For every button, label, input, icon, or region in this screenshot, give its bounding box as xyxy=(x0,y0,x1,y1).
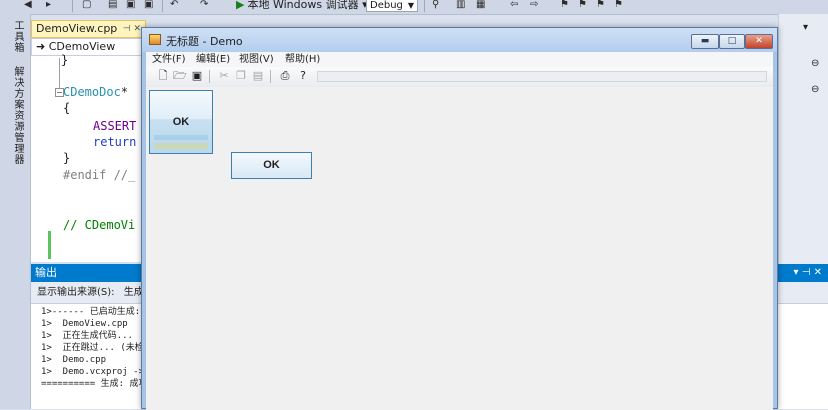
document-tab[interactable]: DemoView.cpp ⊣ ✕ xyxy=(31,20,146,38)
button-decoration xyxy=(154,135,208,140)
toolbar-empty-area xyxy=(317,71,767,82)
bookmark-clear-icon[interactable]: ⚑ xyxy=(614,0,623,10)
menu-file[interactable]: 文件(F) xyxy=(152,52,186,67)
save-icon[interactable]: ▣ xyxy=(126,0,135,10)
open-file-icon[interactable]: ▤ xyxy=(108,0,117,10)
panel-controls[interactable]: ▾ ⊣ ✕ xyxy=(794,264,822,282)
code-line: #endif //_ xyxy=(63,168,136,182)
client-area: OK OK xyxy=(146,87,773,410)
maximize-icon: □ xyxy=(727,36,737,46)
solution-explorer-tab[interactable]: 解决方案资源管理器 xyxy=(10,66,25,165)
menu-view[interactable]: 视图(V) xyxy=(239,52,274,67)
output-line: 1> 正在生成代码... xyxy=(41,331,133,341)
collapse-icon[interactable]: ⊖ xyxy=(811,58,819,69)
collapse-icon[interactable]: ⊖ xyxy=(811,84,819,95)
redo-icon[interactable]: ↷ xyxy=(200,0,208,10)
configuration-dropdown[interactable]: Debug ▼ xyxy=(366,0,418,12)
start-debugging-button[interactable]: ▶ 本地 Windows 调试器 ▾ xyxy=(236,0,368,12)
paste-icon[interactable]: ▤ xyxy=(251,69,265,83)
play-icon: ▶ xyxy=(236,0,245,11)
collapse-icon[interactable]: − xyxy=(55,88,64,97)
code-line: } xyxy=(63,151,71,165)
output-source-label: 显示输出来源(S): xyxy=(37,287,115,298)
output-line: ========== 生成: 成功 xyxy=(41,379,148,389)
code-line: CDemoDoc* xyxy=(63,84,128,100)
output-title: 输出 xyxy=(35,266,57,279)
vs-toolbar: ◀ ▸ ▢ ▤ ▣ ▣ ↶ ↷ ▶ 本地 Windows 调试器 ▾ Debug ▼… xyxy=(0,0,828,15)
save-all-icon[interactable]: ▣ xyxy=(144,0,153,10)
navigate-back-icon[interactable]: ⇦ xyxy=(510,0,518,10)
close-button[interactable]: ✕ xyxy=(745,34,773,49)
toolbox-tab[interactable]: 工具箱 xyxy=(10,20,25,53)
back-icon[interactable]: ◀ xyxy=(24,0,32,10)
open-icon[interactable]: 🗁 xyxy=(173,69,187,83)
app-icon xyxy=(149,34,161,45)
code-text: * xyxy=(120,85,129,99)
copy-icon[interactable]: ❐ xyxy=(234,69,248,83)
run-label: 本地 Windows 调试器 xyxy=(247,0,359,11)
save-icon[interactable]: ▣ xyxy=(190,69,204,83)
toolbar-separator xyxy=(424,0,425,12)
code-type: CDemoDoc xyxy=(63,85,121,99)
document-tab-label: DemoView.cpp xyxy=(36,22,118,35)
new-project-icon[interactable]: ▢ xyxy=(82,0,91,10)
ok-button-label: OK xyxy=(172,116,190,128)
code-line: { xyxy=(63,101,71,115)
close-icon: ✕ xyxy=(755,36,763,46)
find-icon[interactable]: ⚲ xyxy=(432,0,439,10)
side-tab-strip: 工具箱 解决方案资源管理器 xyxy=(0,14,31,409)
code-line: return xyxy=(93,135,137,149)
menu-help[interactable]: 帮助(H) xyxy=(285,52,320,67)
menu-bar: 文件(F) 编辑(E) 视图(V) 帮助(H) xyxy=(146,52,773,67)
code-line: // CDemoVi xyxy=(63,218,136,232)
class-name: CDemoView xyxy=(48,40,116,53)
class-navigation-bar[interactable]: ➜ CDemoView xyxy=(31,38,146,56)
print-icon[interactable]: ⎙ xyxy=(278,69,292,83)
chevron-down-icon: ▼ xyxy=(407,1,414,10)
window-title: 无标题 - Demo xyxy=(166,35,243,48)
ok-button-label: OK xyxy=(263,159,280,171)
pin-icon[interactable]: ⊣ ✕ xyxy=(123,21,141,37)
toolbar-separator xyxy=(209,70,210,83)
output-line: 1> Demo.vcxproj -> xyxy=(41,367,144,377)
toolbar-separator xyxy=(270,70,271,83)
align-icon[interactable]: ▦ xyxy=(476,0,485,10)
output-line: 1> DemoView.cpp xyxy=(41,319,128,329)
ok-button[interactable]: OK xyxy=(231,152,312,179)
toolbar-separator xyxy=(72,0,73,12)
layout-icon[interactable]: ▥ xyxy=(456,0,465,10)
maximize-button[interactable]: □ xyxy=(719,34,745,49)
forward-icon[interactable]: ▸ xyxy=(46,0,51,10)
bookmark-prev-icon[interactable]: ⚑ xyxy=(578,0,587,10)
navigate-forward-icon[interactable]: ⇨ xyxy=(530,0,538,10)
toolbar-separator xyxy=(162,0,163,12)
help-icon[interactable]: ? xyxy=(296,69,310,83)
right-dock-panel: ▾ ⊖ ⊖ xyxy=(778,14,828,264)
output-line: 1> 正在跳过... (未检 xyxy=(41,343,144,353)
minimize-button[interactable]: ▬ xyxy=(691,34,719,49)
demo-title-bar[interactable]: 无标题 - Demo ▬ □ ✕ xyxy=(142,28,777,52)
output-line: 1> Demo.cpp xyxy=(41,355,107,365)
arrow-icon: ➜ xyxy=(36,40,49,53)
button-decoration xyxy=(154,143,208,149)
demo-window: 无标题 - Demo ▬ □ ✕ 文件(F) 编辑(E) 视图(V) 帮助(H)… xyxy=(141,27,778,410)
minimize-icon: ▬ xyxy=(700,36,710,46)
code-line: } xyxy=(61,53,69,67)
menu-edit[interactable]: 编辑(E) xyxy=(196,52,230,67)
cut-icon[interactable]: ✂ xyxy=(217,69,231,83)
code-line: ASSERT xyxy=(93,119,137,133)
bookmark-next-icon[interactable]: ⚑ xyxy=(596,0,605,10)
fold-guide xyxy=(59,58,60,88)
app-toolbar: 🗋 🗁 ▣ ✂ ❐ ▤ ⎙ ? xyxy=(146,67,773,88)
change-indicator xyxy=(48,231,51,259)
dropdown-icon[interactable]: ▾ xyxy=(803,22,808,33)
ok-button[interactable]: OK xyxy=(149,90,213,154)
output-line: 1>------ 已启动生成: xyxy=(41,307,141,317)
undo-icon[interactable]: ↶ xyxy=(170,0,178,10)
new-icon[interactable]: 🗋 xyxy=(156,69,170,83)
bookmark-icon[interactable]: ⚑ xyxy=(560,0,569,10)
configuration-value: Debug xyxy=(370,0,403,11)
